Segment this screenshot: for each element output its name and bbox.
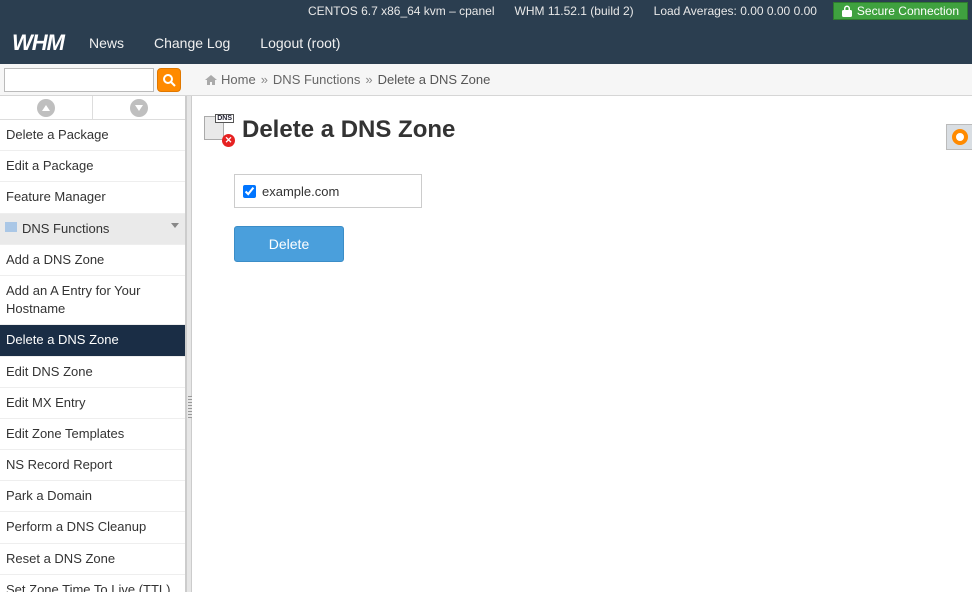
status-load-label: Load Averages: [654,4,737,18]
lifebuoy-icon [952,129,968,145]
sidebar-group-dns[interactable]: DNS Functions [0,214,185,245]
sidebar-item[interactable]: Edit DNS Zone [0,357,185,388]
sidebar-item-delete-dns-zone[interactable]: Delete a DNS Zone [0,325,185,356]
breadcrumb-current: Delete a DNS Zone [378,72,491,87]
whm-logo[interactable]: WHM [12,30,64,56]
page-title: Delete a DNS Zone [242,116,455,144]
main-split: Delete a Package Edit a Package Feature … [0,96,972,592]
status-os: CENTOS 6.7 x86_64 kvm – cpanel [308,4,495,18]
collapse-down-button[interactable] [130,99,148,117]
sidebar-item[interactable]: Feature Manager [0,182,185,213]
delete-button[interactable]: Delete [234,226,344,262]
breadcrumb-dns[interactable]: DNS Functions [273,72,360,87]
page-title-row: DNS ✕ Delete a DNS Zone [204,116,960,144]
sidebar-item[interactable]: Add an A Entry for Your Hostname [0,276,185,325]
main-nav: WHM News Change Log Logout (root) [0,22,972,64]
home-icon [205,74,217,86]
zone-domain: example.com [262,184,339,199]
sidebar-item[interactable]: Reset a DNS Zone [0,544,185,575]
sidebar-item[interactable]: Edit Zone Templates [0,419,185,450]
secure-connection-label: Secure Connection [857,4,959,18]
sidebar-item[interactable]: Set Zone Time To Live (TTL) [0,575,185,592]
breadcrumb-home[interactable]: Home [221,72,256,87]
content-area: DNS ✕ Delete a DNS Zone example.com Dele… [192,96,972,592]
chevron-down-icon [171,223,179,228]
sidebar-item[interactable]: Park a Domain [0,481,185,512]
status-whm: WHM 11.52.1 (build 2) [515,4,634,18]
search-input[interactable] [4,68,154,92]
zone-row: example.com [234,174,422,208]
help-button[interactable] [946,124,972,150]
search-button[interactable] [157,68,181,92]
nav-changelog[interactable]: Change Log [154,35,230,51]
collapse-up-button[interactable] [37,99,55,117]
status-bar: CENTOS 6.7 x86_64 kvm – cpanel WHM 11.52… [0,0,972,22]
status-load-values: 0.00 0.00 0.00 [740,4,817,18]
tool-row: Home » DNS Functions » Delete a DNS Zone [0,64,972,96]
sidebar-item[interactable]: NS Record Report [0,450,185,481]
status-load: Load Averages: 0.00 0.00 0.00 [654,4,817,18]
breadcrumb: Home » DNS Functions » Delete a DNS Zone [205,72,490,87]
secure-connection-badge: Secure Connection [833,2,968,20]
sidebar-item[interactable]: Delete a Package [0,120,185,151]
sidebar[interactable]: Delete a Package Edit a Package Feature … [0,96,186,592]
lock-icon [842,5,852,17]
sidebar-item[interactable]: Perform a DNS Cleanup [0,512,185,543]
sidebar-item[interactable]: Edit MX Entry [0,388,185,419]
zone-checkbox[interactable] [243,185,256,198]
sidebar-item[interactable]: Edit a Package [0,151,185,182]
search-icon [162,73,176,87]
sidebar-item[interactable]: Add a DNS Zone [0,245,185,276]
sidebar-group-label: DNS Functions [22,221,109,236]
breadcrumb-sep: » [365,72,372,87]
nav-logout[interactable]: Logout (root) [260,35,340,51]
nav-news[interactable]: News [89,35,124,51]
sidebar-collapse-row [0,96,185,120]
dns-delete-icon: DNS ✕ [204,116,232,144]
breadcrumb-sep: » [261,72,268,87]
